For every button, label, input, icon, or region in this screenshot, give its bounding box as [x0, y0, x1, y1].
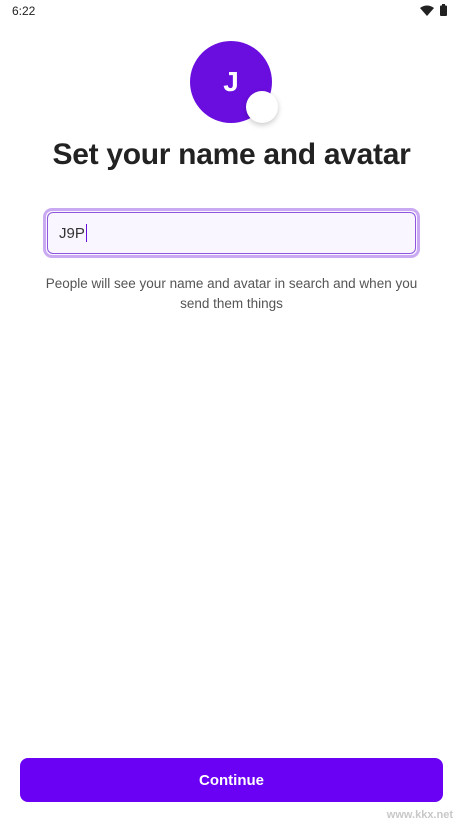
watermark: www.kkx.net	[386, 809, 453, 821]
screen: 6:22 J Set your name and avatar J9P Peop…	[0, 0, 463, 823]
status-icons	[420, 4, 447, 16]
helper-text: People will see your name and avatar in …	[45, 276, 418, 311]
name-input-value: J9P	[59, 224, 85, 242]
avatar-edit-button[interactable]	[246, 91, 278, 123]
text-cursor	[85, 224, 88, 242]
focus-ring	[47, 212, 416, 254]
battery-icon	[440, 4, 447, 16]
continue-button-label: Continue	[199, 771, 264, 789]
continue-button[interactable]: Continue	[20, 758, 443, 802]
status-bar: 6:22	[0, 0, 463, 22]
page-title: Set your name and avatar	[52, 138, 411, 171]
name-input[interactable]: J9P	[43, 208, 420, 258]
avatar-initial: J	[223, 66, 239, 97]
wifi-icon	[420, 5, 434, 16]
status-time: 6:22	[12, 4, 36, 18]
